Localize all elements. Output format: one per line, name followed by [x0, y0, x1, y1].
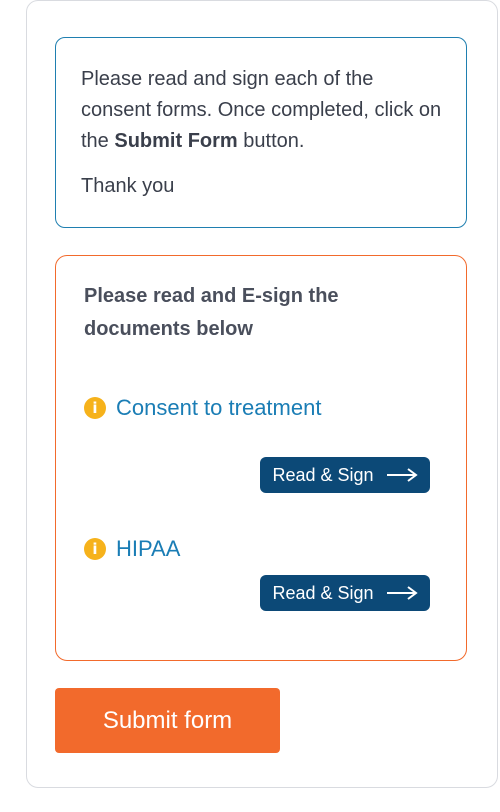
document-link-consent-to-treatment[interactable]: Consent to treatment [116, 395, 321, 421]
document-item-consent: i Consent to treatment [84, 395, 321, 421]
document-item-hipaa: i HIPAA [84, 536, 180, 562]
instructions-text-end: button. [237, 130, 305, 152]
read-and-sign-button-consent[interactable]: Read & Sign [260, 457, 430, 493]
instructions-text: Please read and sign each of the consent… [81, 64, 442, 157]
instructions-submit-reference: Submit Form [114, 130, 238, 152]
info-icon: i [84, 397, 106, 419]
document-link-hipaa[interactable]: HIPAA [116, 536, 180, 562]
read-and-sign-label: Read & Sign [272, 582, 374, 603]
info-icon: i [84, 538, 106, 560]
arrow-right-icon [386, 468, 418, 482]
arrow-right-icon [386, 586, 418, 600]
read-and-sign-button-hipaa[interactable]: Read & Sign [260, 575, 430, 611]
documents-box: Please read and E-sign the documents bel… [55, 255, 467, 661]
documents-heading: Please read and E-sign the documents bel… [84, 285, 339, 340]
read-and-sign-label: Read & Sign [272, 464, 374, 485]
instructions-box: Please read and sign each of the consent… [55, 37, 467, 228]
thank-you-text: Thank you [81, 175, 175, 197]
submit-form-button[interactable]: Submit form [55, 688, 280, 753]
